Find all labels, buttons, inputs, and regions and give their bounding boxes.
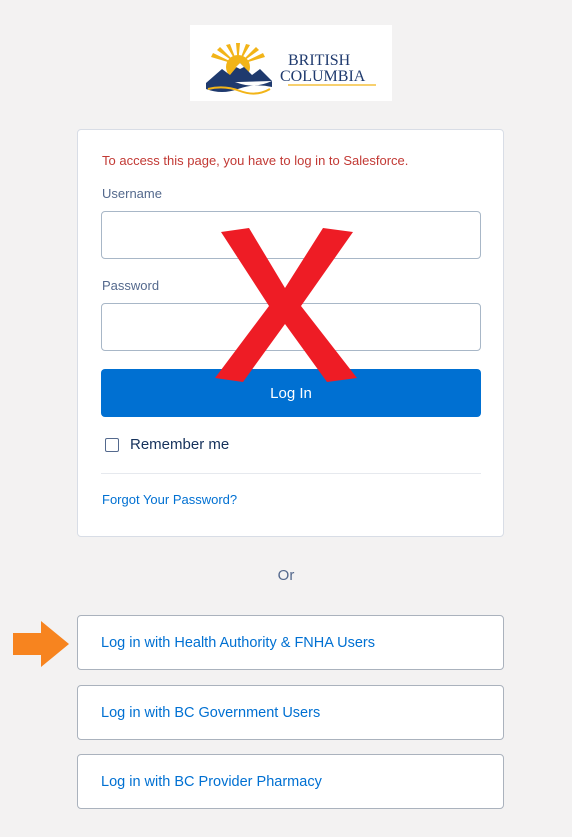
bc-logo-emblem-icon: BRITISH COLUMBIA [206,43,376,95]
remember-me-checkbox[interactable] [105,437,119,452]
forgot-password-link[interactable]: Forgot Your Password? [102,492,237,507]
password-label: Password [102,278,160,293]
orange-arrow-right-icon [13,621,69,667]
sso-bc-provider-pharmacy-button[interactable]: Log in with BC Provider Pharmacy [77,754,504,809]
sso-bc-government-label: Log in with BC Government Users [101,705,321,721]
bc-government-logo: BRITISH COLUMBIA [190,25,392,101]
or-separator: Or [277,567,295,584]
sso-bc-provider-pharmacy-label: Log in with BC Provider Pharmacy [101,774,322,790]
red-x-mark-icon [215,228,357,382]
username-label: Username [102,186,162,201]
sso-health-authority-button[interactable]: Log in with Health Authority & FNHA User… [77,615,504,670]
sso-bc-government-button[interactable]: Log in with BC Government Users [77,685,504,740]
logo-line2: COLUMBIA [280,68,366,85]
logo-line1: BRITISH [288,52,351,69]
error-message: To access this page, you have to log in … [102,153,409,168]
remember-me-label: Remember me [130,436,230,453]
sso-health-authority-label: Log in with Health Authority & FNHA User… [101,635,376,651]
remember-me-row[interactable]: Remember me [105,436,229,453]
divider [101,473,481,474]
